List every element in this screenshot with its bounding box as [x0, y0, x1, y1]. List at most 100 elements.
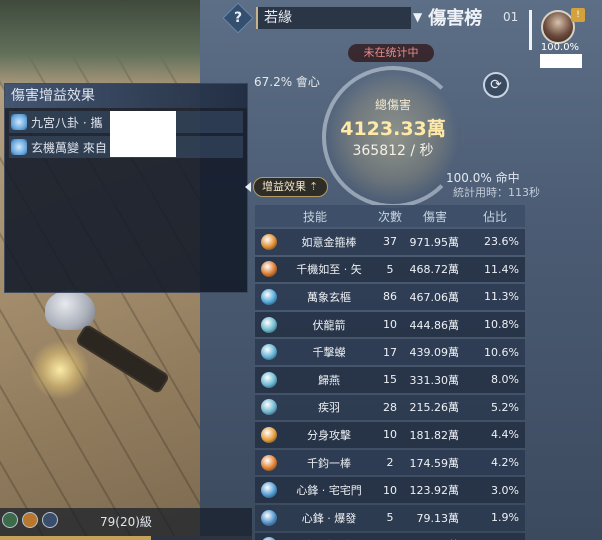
damage-share: 8.0%	[491, 373, 519, 387]
skill-cell: 分身攻擊	[255, 426, 375, 443]
damage-share: 1.9%	[491, 511, 519, 525]
redacted-area	[110, 111, 176, 157]
target-name-field[interactable]: 若緣	[256, 7, 411, 29]
player-avatar[interactable]	[541, 10, 575, 44]
skill-icon	[261, 344, 277, 361]
damage-value: 79.13萬	[416, 511, 460, 525]
scene-light	[30, 340, 90, 400]
damage-share: 10.6%	[484, 345, 519, 359]
damage-share: 3.0%	[491, 483, 519, 497]
damage-value: 215.26萬	[409, 401, 460, 415]
skill-icon	[261, 233, 277, 250]
skill-cell: 千鈞一棒	[255, 454, 375, 471]
column-header[interactable]: 傷害	[405, 208, 465, 225]
skill-icon	[261, 261, 277, 278]
skill-slot-icon[interactable]	[22, 512, 38, 528]
skill-slot-icon[interactable]	[2, 512, 18, 528]
damage-share: 23.6%	[484, 235, 519, 249]
skill-name: 疾羽	[318, 401, 340, 415]
damage-value: 181.82萬	[409, 428, 460, 442]
skill-name: 千鈞一棒	[307, 456, 351, 470]
skill-icon	[261, 426, 277, 443]
total-damage-value: 4123.33萬	[340, 118, 446, 140]
damage-share: 11.3%	[484, 290, 519, 304]
skill-cell: 伏龍箭	[255, 316, 375, 333]
skill-cell: 心鋒 · 爆發	[255, 509, 375, 526]
column-header[interactable]: 技能	[255, 208, 375, 225]
xp-bar-fill	[0, 536, 152, 540]
skill-name: 歸燕	[318, 373, 340, 387]
buff-icon	[11, 114, 27, 130]
buff-effects-button[interactable]: 增益效果 ⇡	[253, 177, 328, 197]
table-row[interactable]: 分身攻擊 10 181.82萬 4.4%	[255, 422, 525, 448]
skill-cell: 千擊蠑	[255, 344, 375, 361]
damage-share: 4.4%	[491, 428, 519, 442]
table-row[interactable]: 千鈞一棒 2 174.59萬 4.2%	[255, 449, 525, 476]
skill-name: 伏龍箭	[312, 318, 346, 332]
hit-count: 10	[383, 428, 397, 442]
damage-table: 技能 次數 傷害 佔比 如意金箍棒 37 971.95萬 23.6% 千機如至 · 矢 5…	[255, 205, 525, 540]
skill-name: 千機如至 · 矢	[296, 263, 362, 277]
skill-cell: 千機如至 · 矢	[255, 261, 375, 278]
hit-count: 28	[383, 400, 397, 414]
level-indicator: 79(20)級	[100, 515, 152, 529]
damage-value: 444.86萬	[409, 318, 460, 332]
buff-panel-title: 傷害增益效果	[5, 84, 247, 108]
redacted-area	[540, 54, 582, 68]
skill-icon	[261, 454, 277, 471]
damage-share: 4.2%	[491, 456, 519, 470]
collapse-left-icon[interactable]	[245, 182, 251, 192]
hit-count: 2	[386, 456, 394, 470]
table-row[interactable]: 疾羽 28 215.26萬 5.2%	[255, 394, 525, 421]
skill-name: 千擊蠑	[312, 346, 346, 360]
hit-count: 37	[383, 235, 397, 249]
skill-icon	[261, 509, 277, 526]
scene-object	[45, 290, 95, 330]
table-row[interactable]: 千機如至 · 矢 5 468.72萬 11.4%	[255, 256, 525, 283]
table-row[interactable]: 心鋒 · 爆發 5 79.13萬 1.9%	[255, 504, 525, 531]
damage-value: 174.59萬	[409, 456, 460, 470]
column-header[interactable]: 佔比	[465, 208, 525, 225]
buff-label: 玄機萬變 來自	[31, 140, 107, 155]
skill-icon	[261, 288, 277, 305]
hit-count: 10	[383, 318, 397, 332]
damage-value: 439.09萬	[409, 346, 460, 360]
skill-cell: 疾羽	[255, 399, 375, 416]
damage-value: 331.30萬	[409, 373, 460, 387]
refresh-icon: ⟳	[490, 77, 502, 93]
table-row[interactable]: 心鋒 · 宅宅門 10 123.92萬 3.0%	[255, 477, 525, 503]
arrow-up-icon: ⇡	[309, 180, 319, 193]
refresh-button[interactable]: ⟳	[483, 72, 509, 98]
hit-count: 10	[383, 483, 397, 497]
table-row[interactable]: 萬象玄樞 86 467.06萬 11.3%	[255, 284, 525, 310]
column-header[interactable]: 次數	[375, 208, 405, 225]
page-number: 01	[503, 10, 519, 24]
skill-cell: 歸燕	[255, 371, 375, 388]
skill-name: 如意金箍棒	[301, 235, 357, 249]
hit-count: 17	[383, 345, 397, 359]
skill-cell: 如意金箍棒	[255, 233, 375, 250]
dropdown-triangle-icon: ▼	[413, 10, 423, 24]
table-header: 技能 次數 傷害 佔比	[255, 205, 525, 227]
table-row[interactable]: 歸燕 15 331.30萬 8.0%	[255, 366, 525, 393]
elapsed-time: 統計用時：113秒	[453, 186, 540, 199]
table-row[interactable]: 伏龍箭 10 444.86萬 10.8%	[255, 311, 525, 338]
damage-share: 10.8%	[484, 318, 519, 332]
hit-count: 5	[386, 262, 394, 276]
crit-rate: 67.2% 會心	[254, 75, 320, 89]
table-row[interactable]: 千擊蠑 17 439.09萬 10.6%	[255, 339, 525, 365]
alert-badge-icon: !	[571, 8, 585, 22]
hit-count: 5	[386, 511, 394, 525]
table-row[interactable]: 如意金箍棒 37 971.95萬 23.6%	[255, 229, 525, 255]
skill-icon	[261, 399, 277, 416]
question-icon: ?	[233, 10, 243, 26]
damage-value: 468.72萬	[409, 263, 460, 277]
xp-bar	[0, 536, 252, 540]
skill-slot-icon[interactable]	[42, 512, 58, 528]
ranking-mode-dropdown[interactable]: ▼ 傷害榜	[413, 5, 482, 29]
status-badge: 未在统计中	[348, 44, 434, 62]
hit-count: 15	[383, 373, 397, 387]
table-row[interactable]: 內功 · 凜風絕刃3570.95萬1.7%	[255, 532, 525, 540]
buff-label: 九宮八卦 · 攜	[31, 115, 103, 130]
dps-value: 365812 / 秒	[352, 143, 434, 159]
